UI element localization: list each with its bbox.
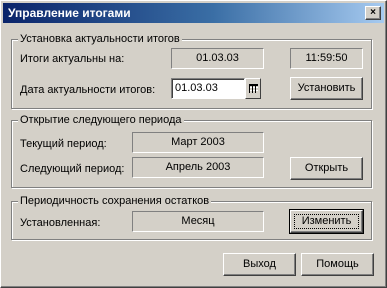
exit-button[interactable]: Выход xyxy=(223,253,296,276)
calendar-button[interactable] xyxy=(245,78,261,99)
set-relevance-button[interactable]: Установить xyxy=(290,77,363,100)
change-periodicity-button[interactable]: Изменить xyxy=(289,209,364,234)
relevance-date-label: Дата актуальности итогов: xyxy=(20,84,156,96)
open-period-button[interactable]: Открыть xyxy=(290,157,363,180)
totals-current-time: 11:59:50 xyxy=(290,48,363,69)
periodicity-group-legend: Периодичность сохранения остатков xyxy=(18,194,212,208)
relevance-group-legend: Установка актуальности итогов xyxy=(18,32,182,46)
calendar-icon xyxy=(249,84,258,93)
dialog-window: Управление итогами × Установка актуально… xyxy=(0,0,387,288)
title-bar[interactable]: Управление итогами × xyxy=(3,3,384,23)
next-period-value: Апрель 2003 xyxy=(132,157,264,178)
current-period-value: Март 2003 xyxy=(132,132,264,153)
periodicity-set-label: Установленная: xyxy=(20,217,101,229)
relevance-date-input[interactable]: 01.03.03 xyxy=(171,78,245,99)
periodicity-set-value: Месяц xyxy=(132,211,264,232)
help-button[interactable]: Помощь xyxy=(301,253,374,276)
next-period-group-legend: Открытие следующего периода xyxy=(18,113,184,127)
current-period-label: Текущий период: xyxy=(20,138,107,150)
totals-current-date: 01.03.03 xyxy=(171,48,264,69)
next-period-label: Следующий период: xyxy=(20,163,125,175)
totals-current-label: Итоги актуальны на: xyxy=(20,53,125,65)
close-button[interactable]: × xyxy=(365,6,381,20)
window-title: Управление итогами xyxy=(8,6,131,20)
